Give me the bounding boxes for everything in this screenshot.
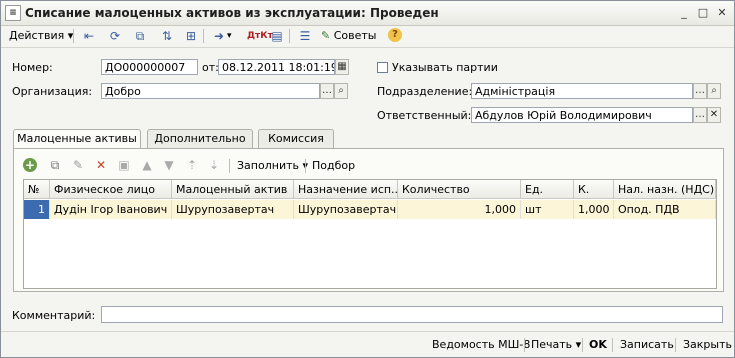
document-window: ≡ Списание малоценных активов из эксплуа… bbox=[0, 0, 735, 358]
toolbar-separator bbox=[289, 29, 290, 43]
add-row-icon[interactable]: + bbox=[23, 158, 37, 172]
toolbar-separator bbox=[582, 338, 583, 352]
close-window-button[interactable]: ✕ bbox=[714, 5, 730, 20]
edit-icon[interactable]: ✎ bbox=[70, 157, 86, 173]
move-down-icon[interactable]: ▼ bbox=[161, 157, 177, 173]
save-button[interactable]: Записать bbox=[620, 337, 674, 353]
move-up-icon[interactable]: ▲ bbox=[139, 157, 155, 173]
toolbar-separator bbox=[203, 29, 204, 43]
fill-menu-button[interactable]: Заполнить ▾ bbox=[237, 157, 308, 175]
select-ellipsis-icon[interactable]: … bbox=[320, 83, 334, 99]
footer-bar: Ведомость МШ-8 Печать ▾ OK Записать Закр… bbox=[1, 331, 734, 358]
ok-button[interactable]: OK bbox=[589, 337, 607, 353]
table-cell[interactable]: Шурупозавертач bbox=[294, 200, 398, 219]
tab-commission[interactable]: Комиссия bbox=[258, 129, 334, 148]
clear-icon[interactable]: ✕ bbox=[707, 107, 721, 123]
ms8-report-button[interactable]: Ведомость МШ-8 bbox=[432, 337, 530, 353]
help-icon[interactable]: ? bbox=[388, 28, 402, 42]
table-cell[interactable]: 1,000 bbox=[574, 200, 614, 219]
window-title: Списание малоценных активов из эксплуата… bbox=[25, 6, 439, 20]
main-toolbar: Действия ▾ ⇤ ⟳ ⧉ ⇅ ⊞ ➜ ▾ ДтКт ▤ ☰ ✎ Сове… bbox=[1, 25, 734, 48]
advice-label: Советы bbox=[333, 29, 377, 42]
toolbar-separator bbox=[612, 338, 613, 352]
copy-row-icon[interactable]: ⧉ bbox=[47, 157, 63, 173]
movements-icon[interactable]: ⇅ bbox=[159, 28, 175, 44]
date-field[interactable]: 08.12.2011 18:01:19 bbox=[218, 59, 335, 75]
column-header[interactable]: Ед. bbox=[521, 180, 574, 199]
comment-label: Комментарий: bbox=[12, 309, 96, 322]
select-ellipsis-icon[interactable]: … bbox=[693, 107, 707, 123]
department-label: Подразделение: bbox=[377, 85, 473, 98]
column-header[interactable]: № bbox=[24, 180, 50, 199]
organization-label: Организация: bbox=[12, 85, 93, 98]
table-cell[interactable]: Дудін Ігор Іванович bbox=[50, 200, 172, 219]
batch-checkbox[interactable] bbox=[377, 62, 388, 73]
title-bar: ≡ Списание малоценных активов из эксплуа… bbox=[1, 1, 734, 26]
department-field[interactable]: Адміністрація bbox=[471, 83, 693, 99]
journal-icon[interactable]: ▤ bbox=[269, 28, 285, 44]
close-button[interactable]: Закрыть bbox=[683, 337, 732, 353]
tab-additional[interactable]: Дополнительно bbox=[147, 129, 253, 148]
list-view-icon[interactable]: ☰ bbox=[297, 28, 313, 44]
refresh-icon[interactable]: ⟳ bbox=[107, 28, 123, 44]
sort-descending-icon[interactable]: ⇣ bbox=[206, 157, 222, 173]
fill-label: Заполнить bbox=[237, 159, 299, 172]
column-header[interactable]: Физическое лицо bbox=[50, 180, 172, 199]
delete-icon[interactable]: ✕ bbox=[93, 157, 109, 173]
table-cell[interactable]: шт bbox=[521, 200, 574, 219]
column-header[interactable]: Количество bbox=[398, 180, 521, 199]
comment-field[interactable] bbox=[101, 306, 723, 323]
toolbar-separator bbox=[229, 159, 230, 173]
toolbar-separator bbox=[305, 159, 306, 173]
dropdown-arrow-icon: ▾ bbox=[575, 338, 582, 351]
batch-checkbox-label[interactable]: Указывать партии bbox=[392, 61, 498, 74]
advice-icon: ✎ bbox=[321, 29, 331, 42]
column-header[interactable]: Малоценный актив bbox=[172, 180, 294, 199]
number-field[interactable]: ДО000000007 bbox=[101, 59, 198, 75]
dropdown-arrow-icon[interactable]: ▾ bbox=[227, 27, 232, 45]
number-label: Номер: bbox=[12, 61, 53, 74]
calendar-icon[interactable]: ▦ bbox=[335, 59, 349, 75]
responsible-label: Ответственный: bbox=[377, 109, 472, 122]
organization-field[interactable]: Добро bbox=[101, 83, 320, 99]
select-button[interactable]: Подбор bbox=[312, 157, 355, 175]
table-cell[interactable]: Опод. ПДВ bbox=[614, 200, 716, 219]
column-header[interactable]: Назначение исп... bbox=[294, 180, 398, 199]
date-label: от: bbox=[202, 61, 219, 74]
end-edit-icon[interactable]: ▣ bbox=[116, 157, 132, 173]
actions-menu-button[interactable]: Действия ▾ bbox=[9, 27, 73, 45]
toolbar-separator bbox=[675, 338, 676, 352]
minimize-button[interactable]: _ bbox=[676, 5, 692, 20]
print-menu-button[interactable]: Печать ▾ bbox=[531, 337, 581, 353]
debit-credit-icon[interactable]: ДтКт bbox=[247, 28, 273, 44]
table-cell[interactable]: Шурупозавертач bbox=[172, 200, 294, 219]
toolbar-separator bbox=[524, 338, 525, 352]
column-header[interactable]: Нал. назн. (НДС) bbox=[614, 180, 716, 199]
toolbar-separator bbox=[73, 29, 74, 43]
column-header[interactable]: К. bbox=[574, 180, 614, 199]
advice-button[interactable]: ✎ Советы bbox=[321, 27, 376, 45]
go-to-icon[interactable]: ➜ bbox=[211, 28, 227, 44]
print-label: Печать bbox=[531, 338, 573, 351]
table-cell[interactable]: 1,000 bbox=[398, 200, 521, 219]
assets-table[interactable]: № Физическое лицо Малоценный актив Назна… bbox=[23, 179, 717, 289]
responsible-field[interactable]: Абдулов Юрій Володимирович bbox=[471, 107, 693, 123]
search-icon[interactable]: ⌕ bbox=[334, 83, 348, 99]
structure-icon[interactable]: ⊞ bbox=[183, 28, 199, 44]
table-cell[interactable]: 1 bbox=[24, 200, 50, 219]
post-document-icon[interactable]: ⇤ bbox=[81, 28, 97, 44]
search-icon[interactable]: ⌕ bbox=[707, 83, 721, 99]
tab-low-value-assets[interactable]: Малоценные активы bbox=[13, 129, 141, 149]
document-icon: ≡ bbox=[5, 5, 21, 21]
select-ellipsis-icon[interactable]: … bbox=[693, 83, 707, 99]
copy-document-icon[interactable]: ⧉ bbox=[132, 28, 148, 44]
sort-ascending-icon[interactable]: ⇡ bbox=[184, 157, 200, 173]
maximize-button[interactable]: □ bbox=[695, 5, 711, 20]
actions-label: Действия bbox=[9, 29, 65, 42]
